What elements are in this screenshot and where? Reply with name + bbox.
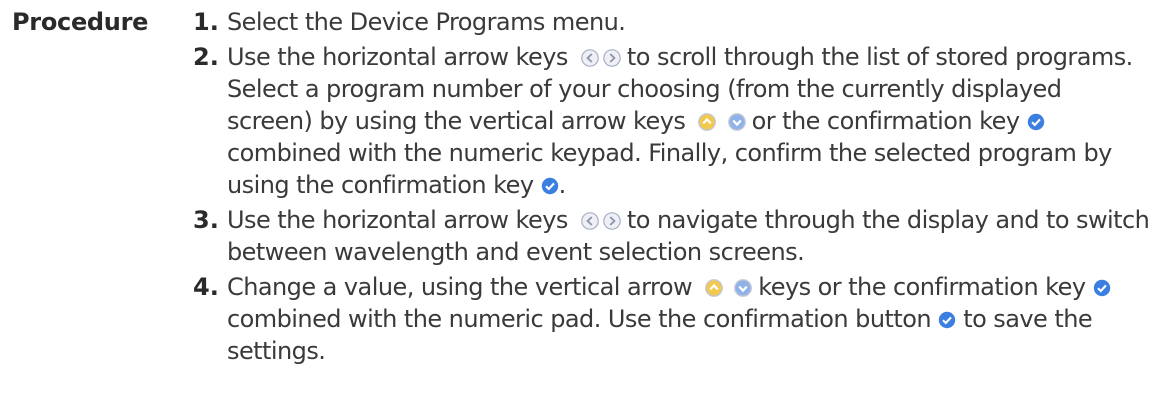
step-text-part: Use the horizontal arrow keys [227, 43, 568, 71]
step-number: 1. [193, 8, 219, 36]
left-arrow-key-icon [580, 48, 600, 68]
step-number: 2. [193, 43, 219, 71]
step-text-part: or the confirmation key [751, 107, 1020, 135]
vertical-arrow-keys-icon [703, 271, 754, 303]
confirmation-key-icon [938, 311, 956, 329]
horizontal-arrow-keys-icon [579, 204, 623, 236]
left-arrow-key-icon [580, 211, 600, 231]
step-text: Select the Device Programs menu. [227, 6, 1153, 38]
step-text: Use the horizontal arrow keys to navigat… [227, 204, 1153, 268]
up-arrow-key-icon [697, 112, 717, 132]
step-text: Change a value, using the vertical arrow… [227, 271, 1153, 367]
step-text-part: . [558, 171, 567, 199]
horizontal-arrow-keys-icon [579, 41, 623, 73]
step-text: Use the horizontal arrow keys to scroll … [227, 41, 1153, 201]
confirmation-key-icon [1027, 113, 1045, 131]
step-number: 3. [193, 206, 219, 234]
step-number: 4. [193, 273, 219, 301]
confirmation-key-icon [541, 177, 559, 195]
step-text-part: Select the Device Programs menu. [227, 8, 626, 36]
confirmation-key-icon [1093, 279, 1111, 297]
right-arrow-key-icon [602, 211, 622, 231]
step-text-part: Use the horizontal arrow keys [227, 206, 568, 234]
up-arrow-key-icon [704, 278, 724, 298]
step-text-part: combined with the numeric pad. Use the c… [227, 305, 932, 333]
step-1: 1. Select the Device Programs menu. [193, 6, 1153, 38]
step-text-part: Change a value, using the vertical arrow [227, 273, 693, 301]
vertical-arrow-keys-icon [696, 105, 747, 137]
step-text-part: combined with the numeric keypad. Finall… [227, 139, 1112, 199]
step-3: 3. Use the horizontal arrow keys to navi… [193, 204, 1153, 268]
step-text-part: keys or the confirmation key [758, 273, 1086, 301]
procedure-heading: Procedure [12, 8, 149, 36]
procedure-steps: 1. Select the Device Programs menu. 2. U… [193, 6, 1153, 370]
step-4: 4. Change a value, using the vertical ar… [193, 271, 1153, 367]
down-arrow-key-icon [727, 112, 747, 132]
down-arrow-key-icon [733, 278, 753, 298]
step-2: 2. Use the horizontal arrow keys to scro… [193, 41, 1153, 201]
right-arrow-key-icon [602, 48, 622, 68]
